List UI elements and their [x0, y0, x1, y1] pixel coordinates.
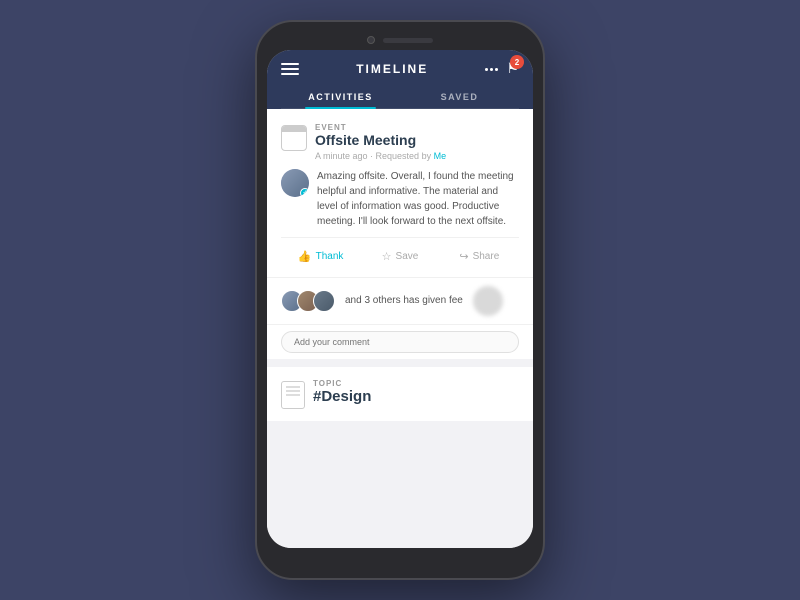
phone-speaker [383, 38, 433, 43]
topic-title: #Design [313, 388, 371, 405]
tab-saved[interactable]: SAVED [400, 86, 519, 108]
document-icon [281, 381, 305, 409]
header-right: ⚑ 2 [485, 60, 519, 78]
topic-type-label: TOPIC [313, 379, 371, 388]
menu-button[interactable] [281, 63, 299, 75]
thank-button[interactable]: 👍 Thank [281, 246, 360, 267]
topic-info: TOPIC #Design [313, 379, 371, 405]
blur-overlay [473, 286, 503, 316]
event-type-label: EVENT [315, 123, 446, 132]
share-icon: ↪ [459, 250, 468, 263]
notification-button[interactable]: ⚑ 2 [506, 60, 519, 78]
event-header-row: EVENT Offsite Meeting A minute ago · Req… [281, 123, 519, 161]
comment-input[interactable] [281, 331, 519, 353]
event-meta: A minute ago · Requested by Me [315, 151, 446, 161]
comment-block: ✓ Amazing offsite. Overall, I found the … [281, 169, 519, 229]
phone-camera [367, 36, 375, 44]
header-title: TIMELINE [356, 62, 428, 76]
calendar-icon [281, 125, 307, 151]
comment-input-row [267, 324, 533, 363]
app-header: TIMELINE ⚑ 2 ACTIVITIES SAVED [267, 50, 533, 109]
action-bar: 👍 Thank ☆ Save ↪ Share [281, 237, 519, 267]
more-options-icon[interactable] [485, 68, 498, 71]
event-info: EVENT Offsite Meeting A minute ago · Req… [315, 123, 446, 161]
thank-icon: 👍 [298, 250, 312, 263]
requested-by-link[interactable]: Me [434, 151, 447, 161]
feedback-text: and 3 others has given fee [345, 295, 463, 306]
save-button[interactable]: ☆ Save [360, 246, 439, 267]
save-icon: ☆ [382, 250, 392, 263]
comment-text: Amazing offsite. Overall, I found the me… [317, 169, 519, 229]
screen: TIMELINE ⚑ 2 ACTIVITIES SAVED [267, 50, 533, 548]
tab-bar: ACTIVITIES SAVED [281, 86, 519, 109]
commenter-avatar: ✓ [281, 169, 309, 197]
event-title: Offsite Meeting [315, 132, 446, 149]
mini-avatar-3 [313, 290, 335, 312]
avatar-check-icon: ✓ [300, 188, 309, 197]
share-button[interactable]: ↪ Share [440, 246, 519, 267]
content-area: EVENT Offsite Meeting A minute ago · Req… [267, 109, 533, 548]
phone-shell: TIMELINE ⚑ 2 ACTIVITIES SAVED [255, 20, 545, 580]
topic-card: TOPIC #Design [267, 367, 533, 421]
feedback-row: and 3 others has given fee [267, 277, 533, 324]
event-card: EVENT Offsite Meeting A minute ago · Req… [267, 109, 533, 277]
header-top: TIMELINE ⚑ 2 [281, 60, 519, 78]
avatars-group [281, 290, 329, 312]
notification-badge: 2 [510, 55, 524, 69]
tab-activities[interactable]: ACTIVITIES [281, 86, 400, 108]
phone-top-bar [267, 36, 533, 44]
